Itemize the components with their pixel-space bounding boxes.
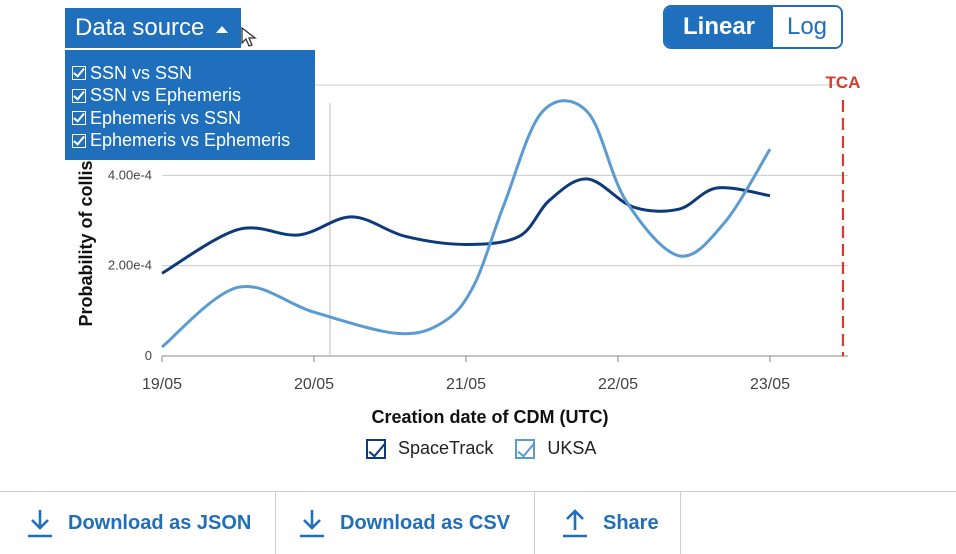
data-source-button[interactable]: Data source <box>65 8 241 48</box>
x-tick-label: 21/05 <box>446 376 486 393</box>
data-source-label: Data source <box>75 14 205 41</box>
scale-toggle: Linear Log <box>663 5 843 49</box>
data-source-option[interactable]: SSN vs SSN <box>72 62 315 85</box>
x-tick-label: 23/05 <box>750 376 790 393</box>
data-source-option[interactable]: Ephemeris vs Ephemeris <box>72 130 315 153</box>
legend-checkbox-icon[interactable] <box>515 438 536 459</box>
x-axis-title: Creation date of CDM (UTC) <box>372 407 609 427</box>
legend-label: UKSA <box>547 438 597 458</box>
x-tick-label: 20/05 <box>294 376 334 393</box>
checkbox-checked-icon[interactable] <box>72 66 86 81</box>
legend-checkbox-icon[interactable] <box>366 438 386 459</box>
checkbox-checked-icon[interactable] <box>72 111 86 126</box>
y-axis-title: Probability of collision <box>76 133 96 326</box>
series-line-spacetrack <box>161 177 771 275</box>
cursor-icon <box>241 26 257 47</box>
download-json-label: Download as JSON <box>68 511 252 534</box>
data-source-option[interactable]: SSN vs Ephemeris <box>72 85 315 108</box>
download-icon <box>28 510 52 538</box>
data-source-option-label: SSN vs Ephemeris <box>90 85 242 106</box>
y-tick-label: 4.00e-4 <box>108 167 152 182</box>
x-tick-label: 19/05 <box>142 376 182 393</box>
legend-item-uksa[interactable]: UKSA <box>515 438 596 459</box>
tca-label: TCA <box>825 73 860 92</box>
share-icon <box>563 509 587 538</box>
data-source-option-label: Ephemeris vs Ephemeris <box>90 130 291 151</box>
y-tick-label: 2.00e-4 <box>108 258 152 273</box>
checkbox-checked-icon[interactable] <box>72 133 86 148</box>
caret-up-icon <box>216 25 229 33</box>
download-icon <box>300 510 324 538</box>
legend-label: SpaceTrack <box>398 438 494 458</box>
tca-marker: TCA <box>825 73 860 356</box>
download-json-button[interactable]: Download as JSON <box>0 492 276 554</box>
data-source-option-label: Ephemeris vs SSN <box>90 107 242 128</box>
y-tick-label: 0 <box>145 348 152 363</box>
chart-legend: SpaceTrack UKSA <box>366 438 618 459</box>
log-scale-button[interactable]: Log <box>773 7 841 47</box>
checkbox-checked-icon[interactable] <box>72 88 86 103</box>
data-source-menu: SSN vs SSN SSN vs Ephemeris Ephemeris vs… <box>65 50 315 160</box>
download-csv-button[interactable]: Download as CSV <box>276 492 535 554</box>
share-label: Share <box>603 511 659 534</box>
download-csv-label: Download as CSV <box>340 511 511 534</box>
data-source-option-label: SSN vs SSN <box>90 62 193 83</box>
x-tick-label: 22/05 <box>598 376 638 393</box>
linear-scale-button[interactable]: Linear <box>665 7 773 47</box>
data-source-option[interactable]: Ephemeris vs SSN <box>72 107 315 130</box>
action-bar: Download as JSON Download as CSV Share <box>0 491 956 554</box>
axes: 0 2.00e-4 4.00e-4 19/05 20/05 21/05 22/05 23/05 <box>108 167 790 393</box>
legend-item-spacetrack[interactable]: SpaceTrack <box>366 438 493 459</box>
share-button[interactable]: Share <box>535 492 681 554</box>
